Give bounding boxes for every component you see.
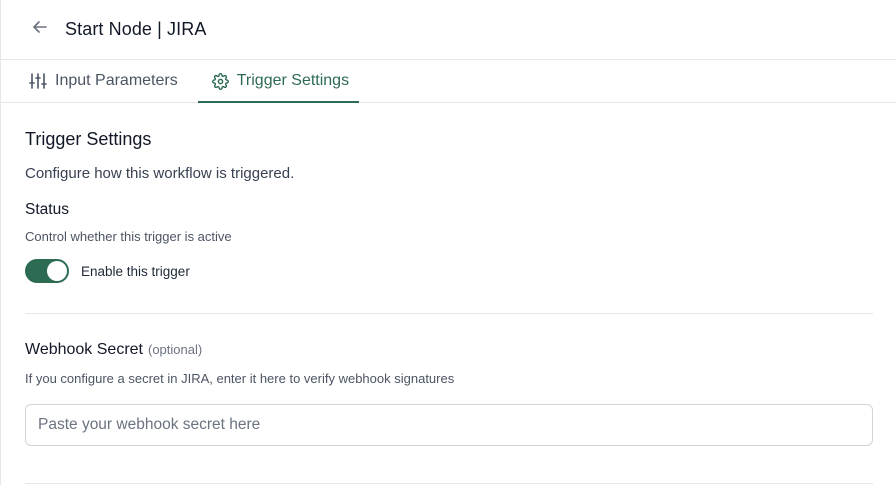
arrow-left-icon bbox=[31, 18, 49, 41]
enable-trigger-toggle[interactable] bbox=[25, 259, 69, 283]
webhook-secret-label: Webhook Secret (optional) bbox=[25, 341, 872, 359]
status-description: Control whether this trigger is active bbox=[25, 229, 232, 244]
back-button[interactable] bbox=[29, 19, 51, 41]
webhook-secret-description: If you configure a secret in JIRA, enter… bbox=[25, 371, 455, 386]
section-title: Trigger Settings bbox=[25, 129, 152, 149]
gear-icon bbox=[211, 72, 229, 90]
tab-trigger-settings[interactable]: Trigger Settings bbox=[197, 60, 360, 103]
toggle-knob bbox=[47, 261, 67, 281]
trigger-settings-content: Trigger Settings Configure how this work… bbox=[1, 129, 896, 446]
section-divider bbox=[25, 313, 873, 314]
page-title: Start Node | JIRA bbox=[65, 19, 207, 39]
enable-trigger-row: Enable this trigger bbox=[25, 259, 872, 283]
webhook-secret-title: Webhook Secret bbox=[25, 341, 143, 358]
toggle-label: Enable this trigger bbox=[81, 263, 190, 279]
section-description: Configure how this workflow is triggered… bbox=[25, 165, 295, 182]
optional-tag: (optional) bbox=[148, 342, 203, 357]
tab-bar: Input Parameters Trigger Settings bbox=[1, 60, 896, 103]
tab-label: Input Parameters bbox=[55, 72, 178, 89]
start-node-panel: Start Node | JIRA Input Parameters Trigg… bbox=[0, 0, 896, 485]
bottom-divider bbox=[25, 483, 873, 484]
sliders-icon bbox=[29, 72, 47, 90]
panel-header: Start Node | JIRA bbox=[1, 0, 896, 60]
tab-input-parameters[interactable]: Input Parameters bbox=[25, 60, 184, 102]
tab-label: Trigger Settings bbox=[236, 72, 350, 89]
webhook-secret-input[interactable] bbox=[25, 404, 873, 446]
status-label: Status bbox=[25, 201, 69, 218]
